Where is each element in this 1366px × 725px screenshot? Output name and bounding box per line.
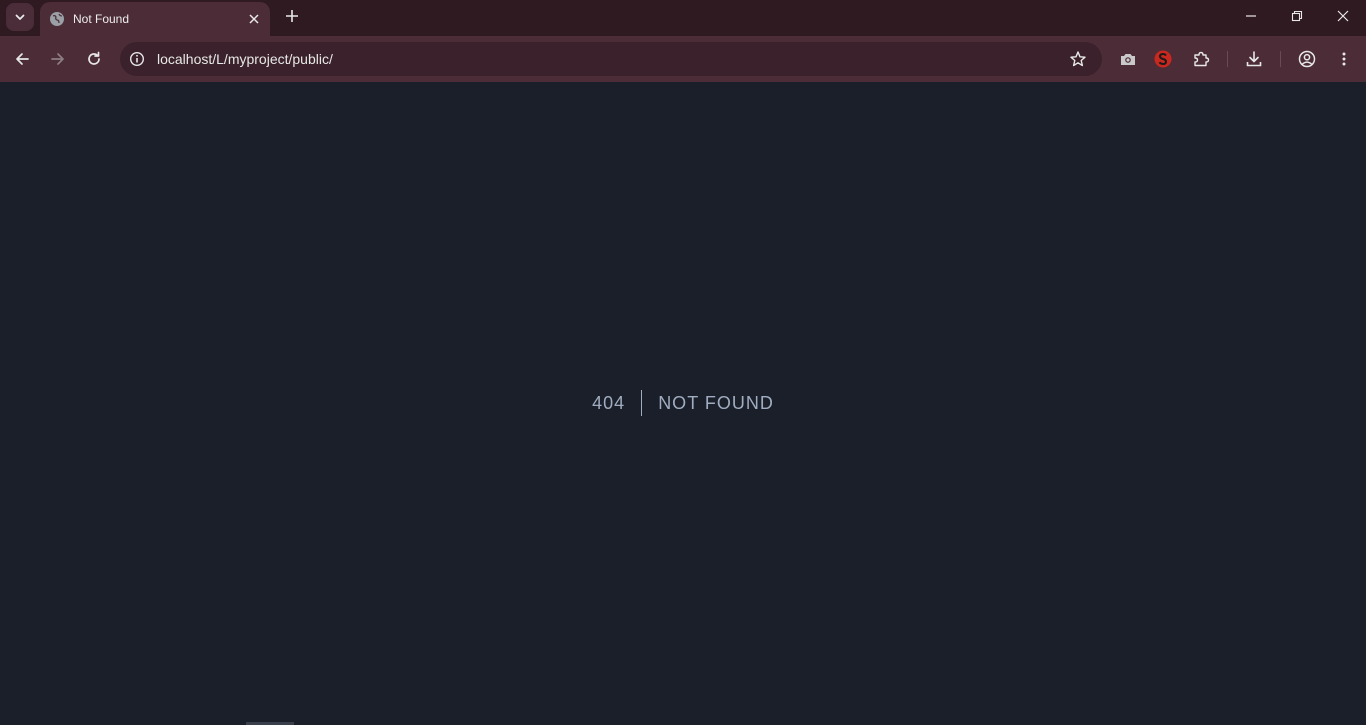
- profile-button[interactable]: [1293, 45, 1321, 73]
- close-icon: [249, 14, 259, 24]
- toolbar-divider: [1227, 51, 1228, 67]
- extensions-button[interactable]: [1187, 45, 1215, 73]
- tab-close-button[interactable]: [246, 11, 262, 27]
- url-text[interactable]: localhost/L/myproject/public/: [157, 51, 1064, 67]
- profile-icon: [1298, 50, 1316, 68]
- tab-strip: Not Found: [0, 0, 1366, 36]
- address-bar[interactable]: localhost/L/myproject/public/: [120, 42, 1102, 76]
- minimize-button[interactable]: [1228, 0, 1274, 32]
- chevron-down-icon: [15, 14, 25, 20]
- toolbar-divider: [1280, 51, 1281, 67]
- not-found-message: 404 NOT FOUND: [0, 390, 1366, 416]
- forward-button[interactable]: [44, 45, 72, 73]
- restore-icon: [1291, 10, 1303, 22]
- downloads-button[interactable]: [1240, 45, 1268, 73]
- browser-toolbar: localhost/L/myproject/public/: [0, 36, 1366, 82]
- tab-title: Not Found: [73, 12, 130, 26]
- plus-icon: [286, 10, 298, 22]
- seo-extension-icon: [1154, 50, 1172, 68]
- download-icon: [1246, 51, 1262, 67]
- menu-button[interactable]: [1330, 45, 1358, 73]
- reload-icon: [88, 51, 100, 65]
- new-tab-button[interactable]: [280, 4, 304, 28]
- kebab-menu-icon: [1342, 52, 1346, 66]
- forward-arrow-icon: [51, 53, 64, 65]
- reload-button[interactable]: [80, 45, 108, 73]
- bookmark-button[interactable]: [1064, 45, 1092, 73]
- error-text: NOT FOUND: [658, 392, 774, 413]
- back-button[interactable]: [8, 45, 36, 73]
- camera-icon: [1121, 54, 1135, 65]
- browser-tab[interactable]: Not Found: [40, 2, 270, 36]
- close-icon: [1337, 10, 1349, 22]
- star-icon: [1070, 51, 1086, 67]
- tab-search-button[interactable]: [6, 3, 34, 31]
- error-code: 404: [592, 392, 626, 413]
- back-arrow-icon: [16, 53, 29, 65]
- minimize-icon: [1246, 15, 1256, 17]
- site-info-button[interactable]: [124, 46, 150, 72]
- puzzle-icon: [1194, 51, 1210, 67]
- page-content: 404 NOT FOUND: [0, 82, 1366, 725]
- restore-button[interactable]: [1274, 0, 1320, 32]
- info-icon: [129, 51, 145, 67]
- screenshot-extension-button[interactable]: [1114, 45, 1142, 73]
- close-window-button[interactable]: [1320, 0, 1366, 32]
- seo-extension-button[interactable]: [1149, 45, 1177, 73]
- globe-icon: [49, 11, 65, 27]
